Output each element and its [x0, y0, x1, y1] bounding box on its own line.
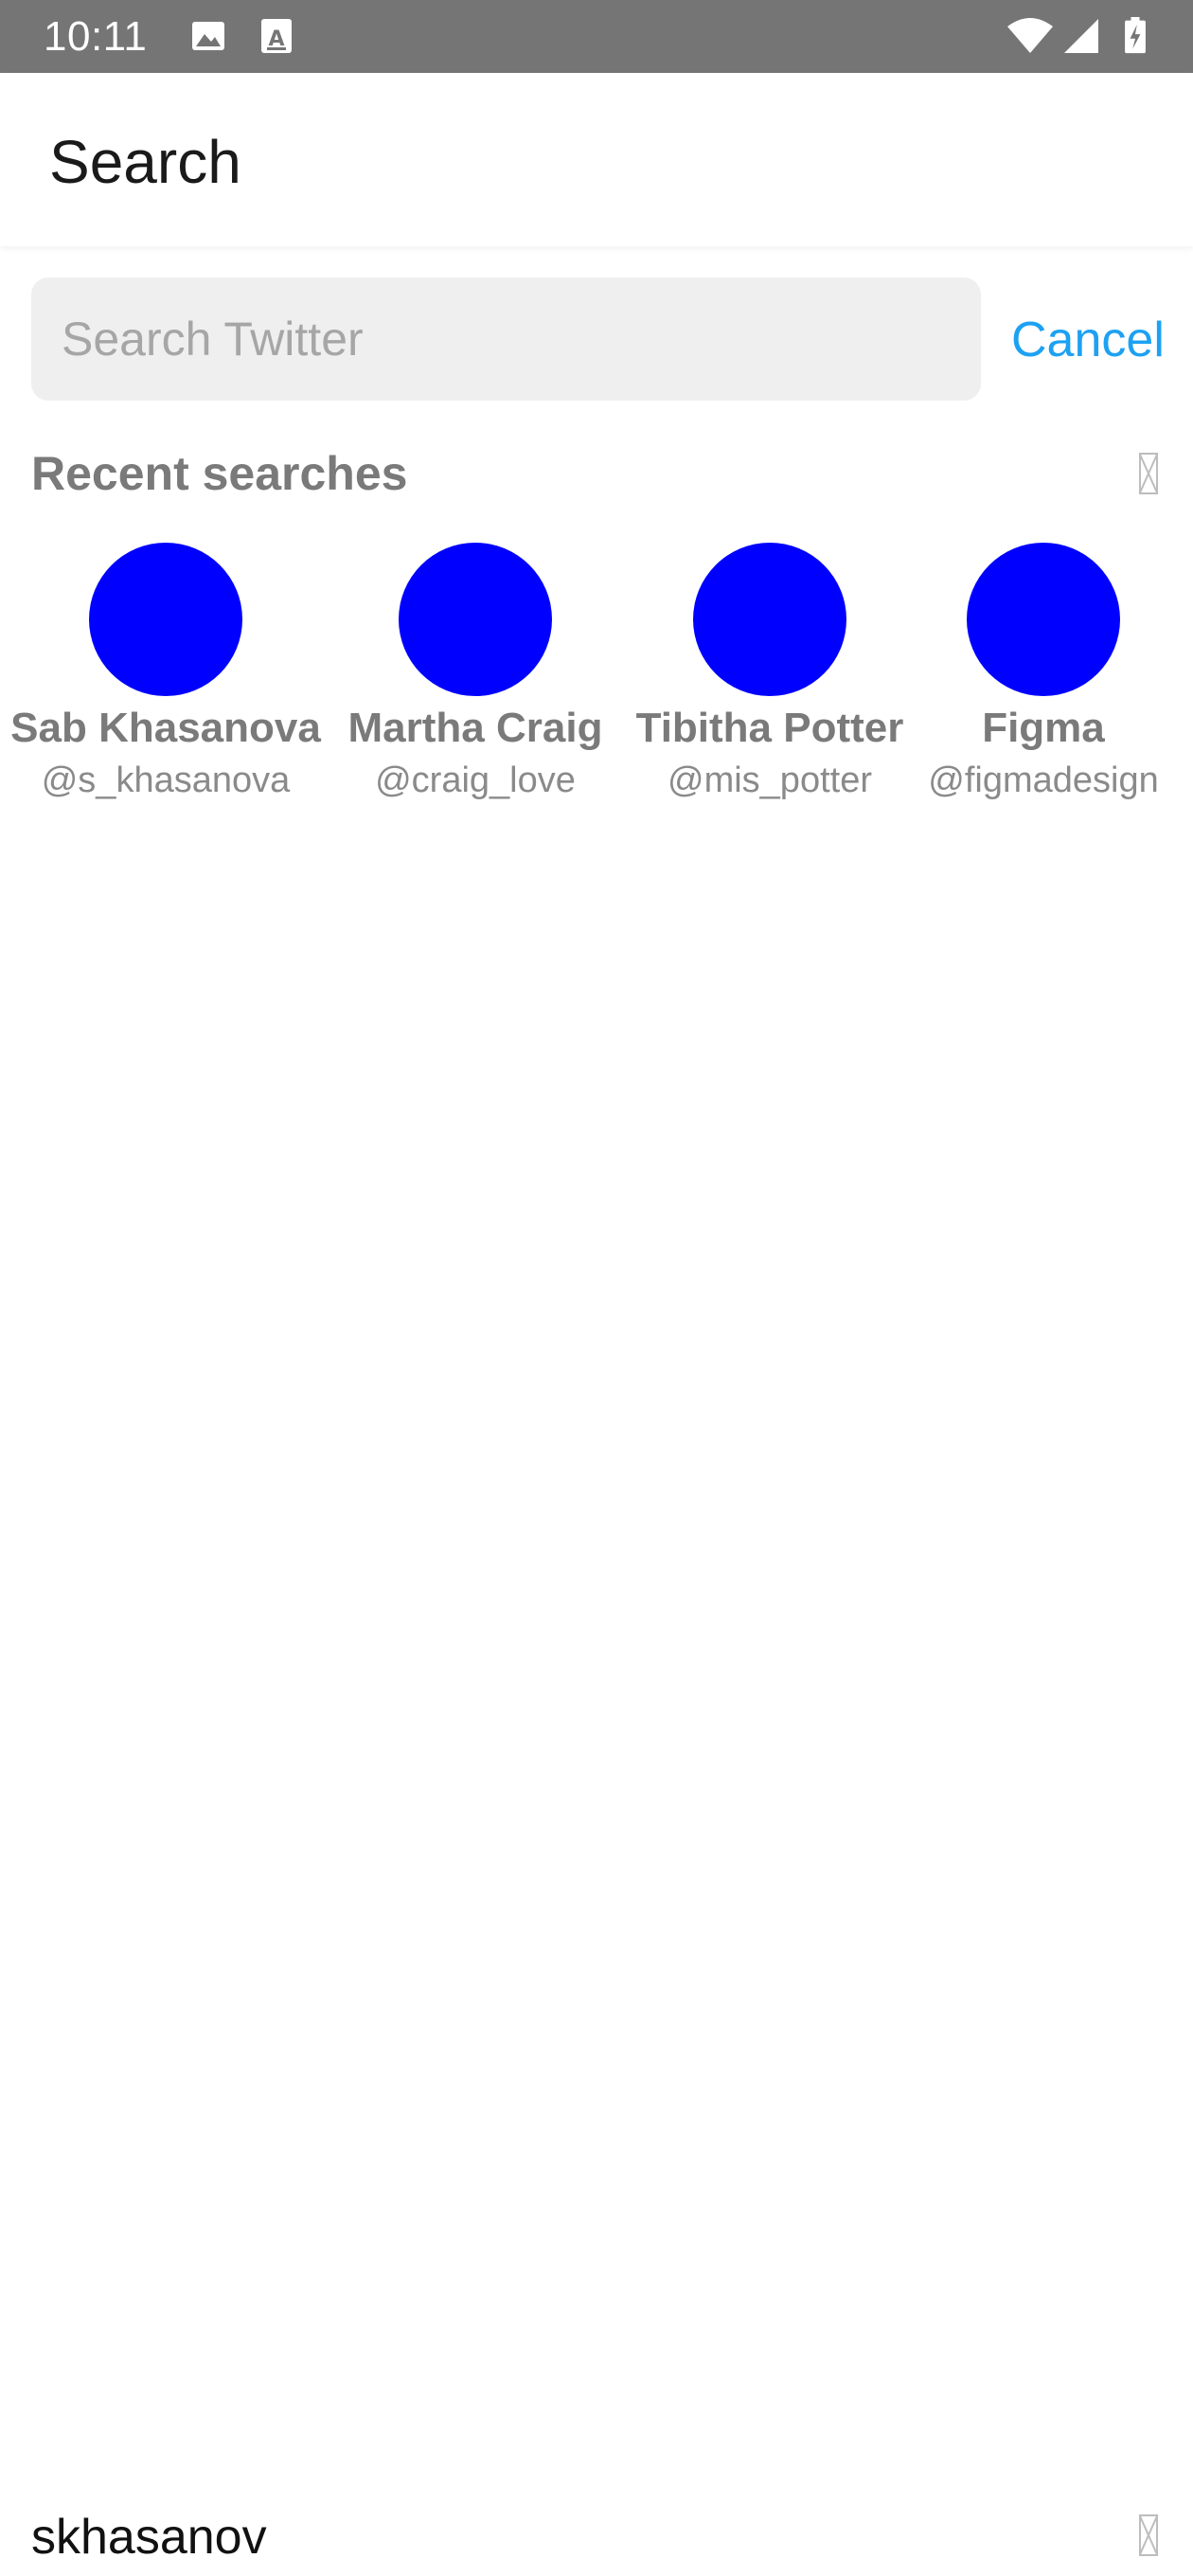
user-name: Martha Craig [347, 705, 603, 751]
user-handle: @s_khasanova [41, 760, 291, 800]
status-time: 10:11 [44, 13, 148, 60]
user-handle: @mis_potter [668, 760, 872, 800]
search-screen: 10:11 A Search Cancel Recent searches [0, 0, 1193, 2576]
page-title: Search [49, 128, 241, 196]
user-name: Sab Khasanova [10, 705, 321, 751]
status-bar: 10:11 A [0, 0, 1193, 73]
avatar [967, 543, 1120, 696]
recent-user-figma[interactable]: Figma @figmadesign [895, 543, 1192, 817]
account-menu-icon[interactable] [1139, 2514, 1158, 2556]
recent-searches-title: Recent searches [31, 447, 408, 500]
user-handle: @figmadesign [928, 760, 1159, 800]
avatar [693, 543, 846, 696]
image-icon [192, 22, 224, 50]
recent-user-martha-craig[interactable]: Martha Craig @craig_love [319, 543, 632, 817]
avatar [89, 543, 242, 696]
user-name: Figma [982, 705, 1105, 751]
user-name: Tibitha Potter [635, 705, 904, 751]
search-input[interactable] [31, 277, 981, 401]
recent-user-tibitha-potter[interactable]: Tibitha Potter @mis_potter [614, 543, 926, 817]
cell-signal-icon [1064, 19, 1098, 53]
cancel-button[interactable]: Cancel [1011, 307, 1165, 373]
clear-recent-icon[interactable] [1139, 453, 1158, 494]
avatar [399, 543, 552, 696]
app-bar: Search [0, 73, 1193, 246]
wifi-icon [1007, 18, 1053, 53]
account-username[interactable]: skhasanov [31, 2508, 267, 2567]
text-a-icon: A [261, 19, 292, 53]
battery-charging-icon [1125, 17, 1146, 54]
recent-user-sab-khasanova[interactable]: Sab Khasanova @s_khasanova [9, 543, 322, 817]
user-handle: @craig_love [375, 760, 576, 800]
